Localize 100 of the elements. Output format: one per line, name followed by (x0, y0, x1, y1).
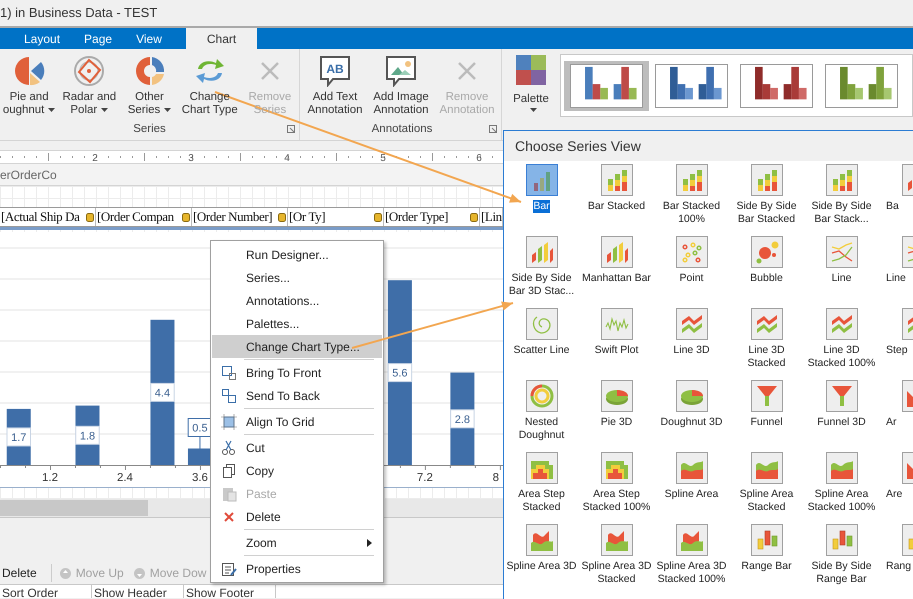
ribbon-tab[interactable]: Layout (12, 28, 72, 49)
ribbon-tab[interactable]: Page (72, 28, 124, 49)
series-type-option[interactable]: Ar (879, 379, 913, 451)
series-type-option[interactable]: Rang (879, 523, 913, 595)
series-type-option[interactable]: Spline Area (654, 451, 729, 523)
menu-item[interactable]: Align To Grid (212, 410, 382, 433)
field-cell[interactable]: [Order Type] (384, 208, 480, 226)
column-header[interactable]: Show Header (92, 585, 184, 598)
series-type-option[interactable]: Line 3D Stacked (729, 307, 804, 379)
ribbon-button[interactable]: AB Add Text Annotation (303, 49, 367, 117)
series-type-option[interactable]: Line (804, 235, 879, 307)
database-icon (86, 212, 94, 222)
series-type-option[interactable]: Side By Side Bar Stacked (729, 163, 804, 235)
menu-item[interactable]: Series... (212, 266, 382, 289)
series-type-option[interactable]: Line (879, 235, 913, 307)
ribbon-button[interactable]: Other Series (120, 49, 179, 117)
menu-item[interactable]: Copy (212, 459, 382, 482)
image-bubble-icon (385, 55, 417, 87)
series-type-option[interactable]: Spline Area 3D Stacked 100% (654, 523, 729, 595)
range-bar-icon (750, 524, 782, 556)
data-label: 1.7 (6, 427, 31, 446)
scatter-points-icon (676, 236, 708, 268)
series-type-option[interactable]: Swift Plot (579, 307, 654, 379)
scissors-icon (221, 440, 237, 456)
band-label: erOrderCo (0, 166, 57, 184)
ribbon-button[interactable]: Add Image Annotation (369, 49, 433, 117)
series-type-option[interactable]: Spline Area 3D (504, 523, 579, 595)
series-type-option[interactable]: Are (879, 451, 913, 523)
arrow-circle-icon (60, 568, 71, 578)
series-type-option[interactable]: Bar Stacked (579, 163, 654, 235)
submenu-arrow-icon (367, 538, 372, 546)
series-type-option[interactable]: Funnel 3D (804, 379, 879, 451)
series-type-option[interactable]: Bubble (729, 235, 804, 307)
series-type-option[interactable]: Side By Side Range Bar (804, 523, 879, 595)
ruler-mark: 2 (92, 153, 98, 163)
bar-chart-icon (526, 164, 558, 196)
menu-item[interactable]: Cut (212, 436, 382, 459)
scrollbar-thumb[interactable] (0, 500, 148, 516)
palette-option[interactable] (564, 60, 649, 110)
dialog-launcher-icon[interactable] (287, 124, 295, 133)
series-type-option[interactable]: Area Step Stacked (504, 451, 579, 523)
spline-area-icon (676, 452, 708, 484)
series-type-option[interactable]: Scatter Line (504, 307, 579, 379)
database-icon (182, 212, 190, 222)
series-type-option[interactable]: Spline Area Stacked 100% (804, 451, 879, 523)
series-type-option[interactable]: Pie 3D (579, 379, 654, 451)
series-type-option[interactable]: Nested Doughnut (504, 379, 579, 451)
line-chart-icon (826, 236, 858, 268)
menu-item[interactable]: Run Designer... (212, 243, 382, 266)
series-type-option[interactable]: Spline Area Stacked (729, 451, 804, 523)
doughnut-chart-icon (134, 55, 166, 87)
field-name: [Order Number] (193, 208, 272, 226)
ribbon-button[interactable]: Pie and oughnut (0, 49, 58, 117)
menu-item[interactable]: Send To Back (212, 384, 382, 407)
series-type-option[interactable]: Line 3D Stacked 100% (804, 307, 879, 379)
database-icon (278, 212, 286, 222)
series-type-option[interactable]: Side By Side Bar Stack... (804, 163, 879, 235)
series-type-option[interactable]: Spline Area 3D Stacked (579, 523, 654, 595)
series-type-option[interactable]: Bar (504, 163, 579, 235)
3d-spline-area-icon (526, 524, 558, 556)
field-cell[interactable]: [Order Number] (192, 208, 288, 226)
menu-item[interactable]: Bring To Front (212, 361, 382, 384)
ribbon-tab[interactable]: Chart (186, 28, 258, 49)
series-type-option[interactable]: Step (879, 307, 913, 379)
ruler-mark: 4 (284, 153, 290, 163)
copy-icon (221, 462, 237, 478)
series-type-option[interactable]: Line 3D (654, 307, 729, 379)
series-type-option[interactable]: Manhattan Bar (579, 235, 654, 307)
series-type-option[interactable]: Range Bar (729, 523, 804, 595)
dialog-launcher-icon[interactable] (489, 124, 497, 133)
ribbon-button[interactable]: Change Chart Type (180, 49, 239, 117)
series-type-option[interactable]: Side By Side Bar 3D Stac... (504, 235, 579, 307)
ruler-mark: 5 (380, 153, 386, 163)
menu-item[interactable]: Change Chart Type... (212, 335, 382, 358)
field-cell[interactable]: [Or Ty] (288, 208, 384, 226)
ribbon-tab[interactable]: View (124, 28, 174, 49)
menu-item[interactable]: Properties (212, 557, 382, 580)
group-label: Series (133, 122, 166, 137)
menu-item[interactable]: Palettes... (212, 312, 382, 335)
field-cell[interactable]: [Actual Ship Da (0, 208, 96, 226)
series-type-option[interactable]: Doughnut 3D (654, 379, 729, 451)
series-type-option[interactable]: Ba (879, 163, 913, 235)
ribbon-button[interactable]: Radar and Polar (60, 49, 118, 117)
column-header[interactable]: Show Footer (184, 585, 276, 598)
axis-label: 2.4 (116, 472, 133, 484)
data-label: 1.7 (11, 432, 26, 444)
menu-item[interactable]: Zoom (212, 531, 382, 554)
toolbar-button[interactable]: Delete (0, 564, 52, 582)
field-cell[interactable]: [Order Compan (96, 208, 192, 226)
doughnut-chart-icon (526, 380, 558, 412)
data-label: 4.4 (150, 382, 175, 402)
menu-item[interactable]: Delete (212, 505, 382, 528)
funnel-icon (750, 380, 782, 412)
axis-label: 8 (492, 472, 499, 484)
series-type-option[interactable]: Area Step Stacked 100% (579, 451, 654, 523)
menu-item[interactable]: Annotations... (212, 289, 382, 312)
series-type-option[interactable]: Bar Stacked 100% (654, 163, 729, 235)
column-header[interactable]: Sort Order (0, 585, 92, 598)
series-type-option[interactable]: Funnel (729, 379, 804, 451)
series-type-option[interactable]: Point (654, 235, 729, 307)
